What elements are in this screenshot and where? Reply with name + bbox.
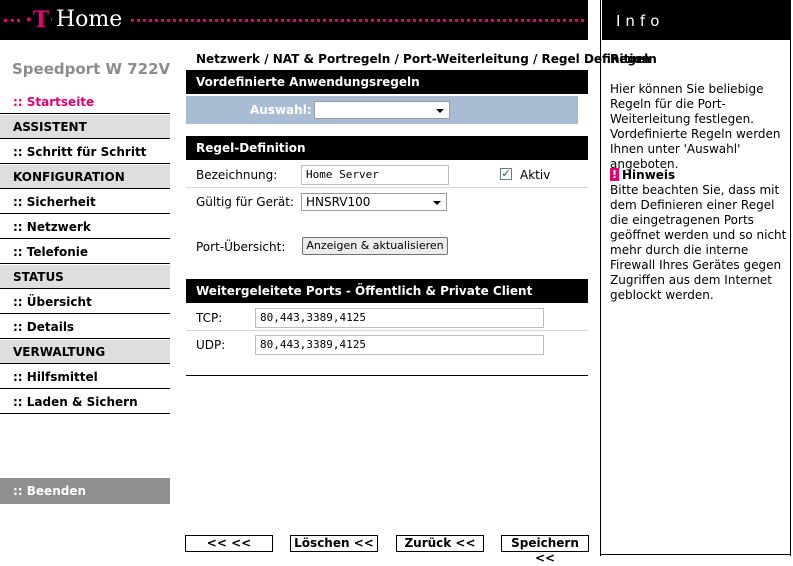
device-select-value: HNSRV100	[306, 195, 371, 209]
sidebar-section-status: STATUS	[0, 265, 170, 289]
sidebar-item-hilfsmittel[interactable]: :: Hilfsmittel	[0, 365, 170, 389]
section-forwarded-ports: Weitergeleitete Ports - Öffentlich & Pri…	[186, 279, 588, 303]
hint-text: Bitte beachten Sie, dass mit dem Definie…	[610, 183, 787, 302]
divider	[186, 330, 588, 331]
sidebar-section-konfiguration: KONFIGURATION	[0, 165, 170, 189]
udp-ports-input[interactable]: 80,443,3389,4125	[255, 335, 544, 355]
info-header-title: Info	[616, 12, 665, 30]
name-label: Bezeichnung:	[196, 168, 278, 182]
tcp-label: TCP:	[196, 311, 223, 325]
active-checkbox[interactable]: ✓	[500, 168, 512, 180]
sidebar-item-details[interactable]: :: Details	[0, 315, 170, 339]
info-panel-border-left	[600, 0, 601, 556]
sidebar-item-schritt-für-schritt[interactable]: :: Schritt für Schritt	[0, 140, 170, 164]
breadcrumb: Netzwerk / NAT & Portregeln / Port-Weite…	[196, 52, 651, 66]
chevron-down-icon	[436, 109, 444, 113]
info-header: Info	[602, 0, 791, 40]
selection-band: Auswahl:	[186, 96, 578, 124]
device-select[interactable]: HNSRV100	[301, 193, 447, 211]
section-predefined-rules: Vordefinierte Anwendungsregeln	[186, 70, 588, 94]
sidebar-item-netzwerk[interactable]: :: Netzwerk	[0, 215, 170, 239]
sidebar-item-sicherheit[interactable]: :: Sicherheit	[0, 190, 170, 214]
show-refresh-button[interactable]: Anzeigen & aktualisieren	[302, 237, 448, 255]
logout-button[interactable]: :: Beenden	[0, 478, 170, 504]
info-panel-border-bottom	[600, 554, 791, 555]
sidebar-item-laden-sichern[interactable]: :: Laden & Sichern	[0, 390, 170, 414]
sidebar-item-übersicht[interactable]: :: Übersicht	[0, 290, 170, 314]
selection-label: Auswahl:	[250, 103, 312, 117]
tcp-ports-input[interactable]: 80,443,3389,4125	[255, 308, 544, 328]
chevron-down-icon	[433, 201, 441, 205]
predefined-rule-select[interactable]	[314, 101, 450, 119]
info-panel-border-right	[790, 0, 791, 556]
hint-title: Hinweis	[622, 168, 676, 182]
home-logo-text: Home	[52, 7, 129, 32]
sidebar-item-startseite[interactable]: :: Startseite	[0, 90, 170, 114]
section-rule-definition: Regel-Definition	[186, 136, 588, 160]
section-end-line	[186, 375, 588, 376]
sidebar-section-verwaltung: VERWALTUNG	[0, 340, 170, 364]
checkmark-icon: ✓	[501, 167, 511, 180]
name-input[interactable]: Home Server	[301, 165, 449, 185]
device-label: Gültig für Gerät:	[196, 195, 295, 209]
sidebar-item-telefonie[interactable]: :: Telefonie	[0, 240, 170, 264]
active-label: Aktiv	[520, 168, 551, 182]
info-text: Hier können Sie beliebige Regeln für die…	[610, 82, 781, 171]
save-button[interactable]: Speichern <<	[501, 535, 589, 565]
sidebar-section-assistent: ASSISTENT	[0, 115, 170, 139]
product-name: Speedport W 722V	[12, 60, 171, 78]
udp-label: UDP:	[196, 338, 226, 352]
ports-overview-label: Port-Übersicht:	[196, 240, 286, 254]
header-bar: ·T· Home	[0, 0, 588, 40]
warning-icon: !	[610, 168, 619, 181]
back-button[interactable]: Zurück <<	[396, 535, 484, 552]
divider	[186, 187, 588, 188]
delete-button[interactable]: Löschen <<	[290, 535, 378, 552]
back-all-button[interactable]: << <<	[185, 535, 273, 552]
info-heading: Regeln	[610, 52, 657, 66]
